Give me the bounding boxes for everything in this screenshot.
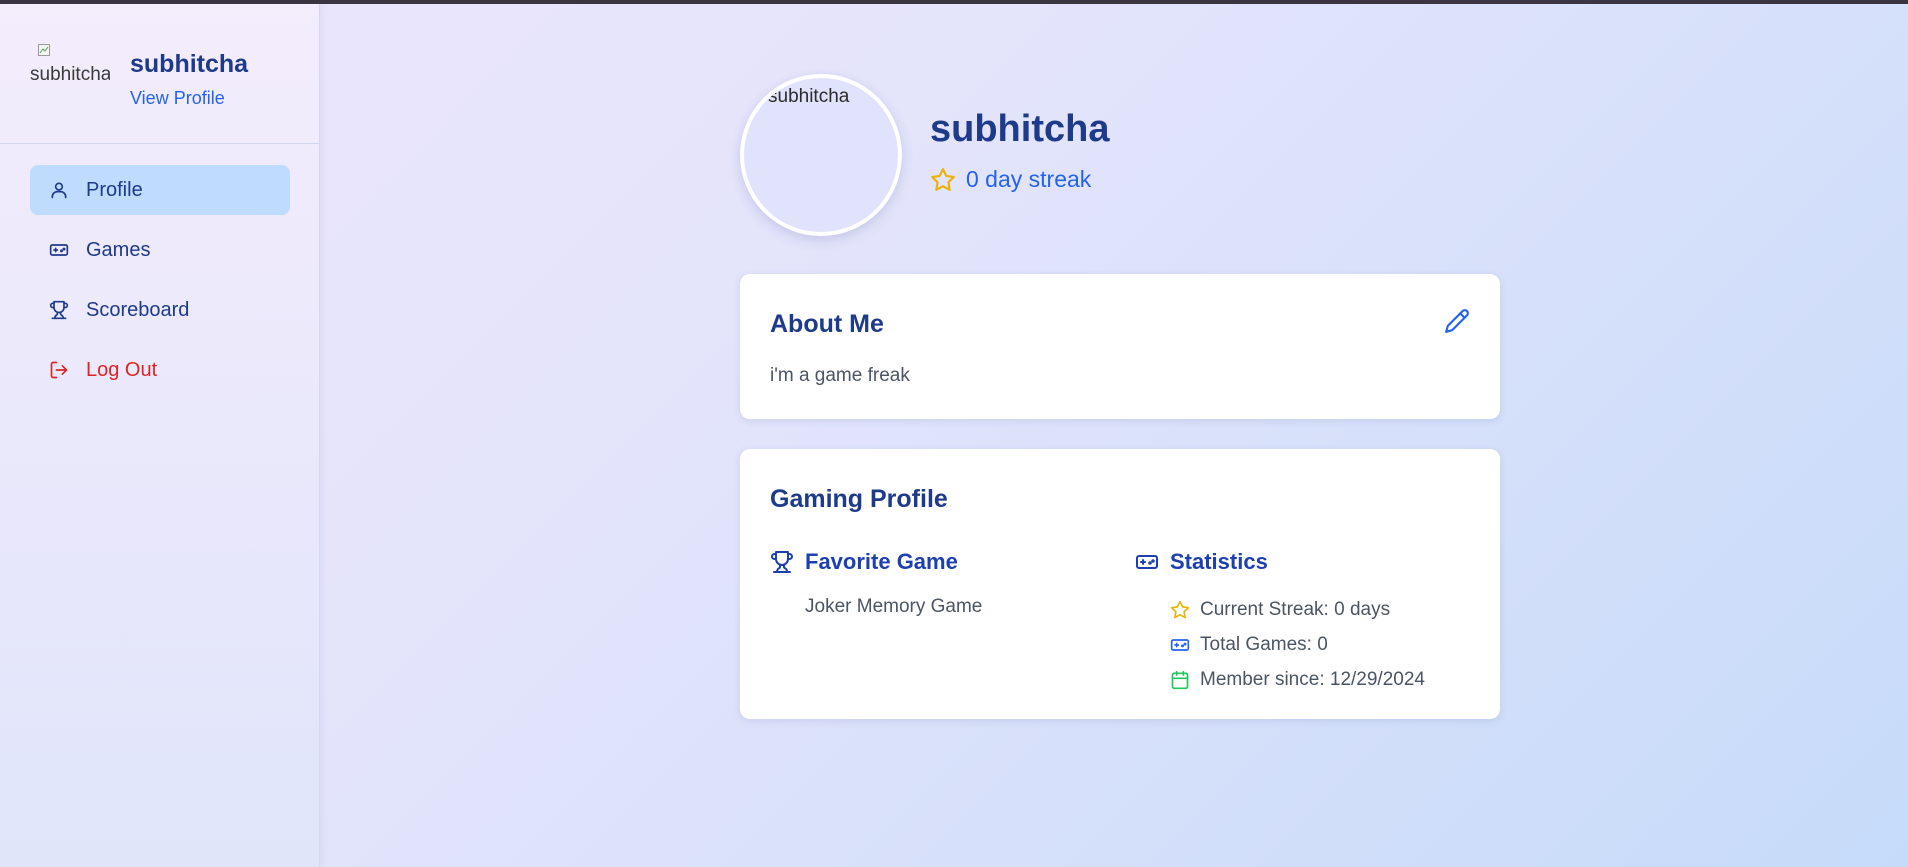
favorite-game-heading: Favorite Game — [770, 549, 958, 575]
sidebar-item-label: Profile — [86, 178, 143, 201]
logout-icon — [49, 360, 69, 380]
sidebar-item-label: Games — [86, 238, 151, 261]
sidebar-item-profile[interactable]: Profile — [30, 165, 290, 215]
stat-label: Current Streak: 0 days — [1200, 598, 1391, 620]
sidebar-item-logout[interactable]: Log Out — [30, 345, 290, 395]
user-icon — [49, 180, 69, 200]
stat-total-games: Total Games: 0 — [1170, 627, 1425, 662]
statistics-heading: Statistics — [1135, 549, 1268, 575]
streak-text: 0 day streak — [966, 166, 1092, 192]
sidebar-divider — [0, 143, 319, 144]
sidebar-avatar: subhitcha — [30, 42, 110, 86]
edit-about-button[interactable] — [1444, 308, 1470, 334]
profile-username: subhitcha — [930, 108, 1110, 150]
view-profile-link[interactable]: View Profile — [130, 88, 225, 109]
stat-current-streak: Current Streak: 0 days — [1170, 592, 1425, 627]
broken-image-icon — [38, 44, 50, 56]
stat-member-since: Member since: 12/29/2024 — [1170, 662, 1425, 697]
about-me-title: About Me — [770, 310, 884, 338]
profile-header: subhitcha subhitcha 0 day streak — [740, 74, 1500, 236]
pencil-icon — [1445, 309, 1469, 333]
star-icon — [930, 167, 956, 193]
streak-indicator: 0 day streak — [930, 166, 1091, 193]
sidebar-item-games[interactable]: Games — [30, 225, 290, 275]
sidebar-nav: Profile Games Scoreboard Log Out — [30, 165, 290, 405]
profile-avatar: subhitcha — [740, 74, 902, 236]
about-me-card: About Me i'm a game freak — [740, 274, 1500, 419]
sidebar-item-scoreboard[interactable]: Scoreboard — [30, 285, 290, 335]
about-me-text: i'm a game freak — [770, 365, 910, 386]
sidebar: subhitcha subhitcha View Profile Profile… — [0, 4, 320, 867]
gaming-profile-card: Gaming Profile Favorite Game Joker Memor… — [740, 449, 1500, 719]
favorite-game-label: Favorite Game — [805, 549, 958, 574]
sidebar-username: subhitcha — [130, 50, 249, 78]
star-icon — [1170, 600, 1190, 620]
statistics-list: Current Streak: 0 days Total Games: 0 Me… — [1170, 592, 1425, 697]
calendar-icon — [1170, 670, 1190, 690]
statistics-label: Statistics — [1170, 549, 1268, 574]
gamepad-icon — [49, 240, 69, 260]
gamepad-icon — [1135, 550, 1159, 574]
favorite-game-value: Joker Memory Game — [805, 596, 983, 617]
trophy-icon — [49, 300, 69, 320]
stat-label: Member since: 12/29/2024 — [1200, 668, 1425, 690]
gaming-profile-title: Gaming Profile — [770, 485, 948, 513]
trophy-icon — [770, 550, 794, 574]
gamepad-icon — [1170, 635, 1190, 655]
stat-label: Total Games: 0 — [1200, 633, 1328, 655]
sidebar-item-label: Scoreboard — [86, 298, 190, 321]
sidebar-user-block: subhitcha subhitcha View Profile — [30, 38, 310, 108]
sidebar-item-label: Log Out — [86, 358, 158, 381]
profile-avatar-alt: subhitcha — [768, 86, 850, 107]
sidebar-avatar-alt: subhitcha — [30, 64, 110, 85]
